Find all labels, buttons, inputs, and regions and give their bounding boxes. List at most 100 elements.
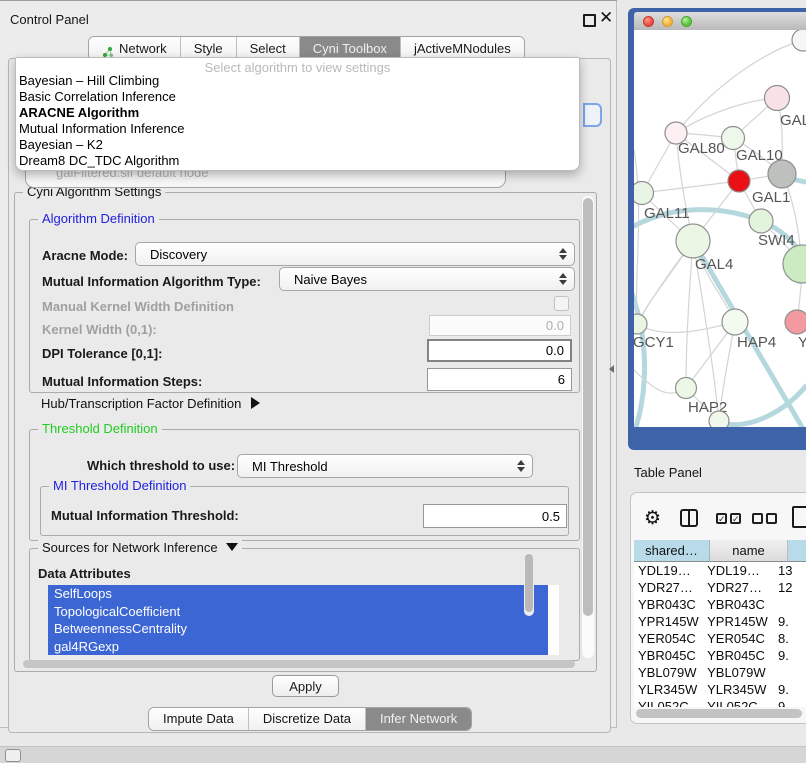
table-row[interactable]: YER054CYER054C8. xyxy=(634,630,806,647)
network-node-gcy1[interactable] xyxy=(634,314,647,334)
kernel-width-field[interactable]: 0.0 xyxy=(429,315,571,336)
attribute-item-selected[interactable]: gal4RGexp xyxy=(48,638,548,656)
attribute-item-selected[interactable]: TopologicalCoefficient xyxy=(48,603,548,621)
algorithm-option[interactable]: Mutual Information Inference xyxy=(16,121,579,137)
panel-splitter-arrow-icon[interactable] xyxy=(609,365,614,373)
table-row[interactable]: YDR27…YDR27…12 xyxy=(634,579,806,596)
settings-vertical-scrollbar-thumb[interactable] xyxy=(583,198,593,616)
float-window-icon[interactable] xyxy=(583,14,596,27)
hub-factor-label: Hub/Transcription Factor Definition xyxy=(41,396,241,411)
which-threshold-value: MI Threshold xyxy=(252,459,328,474)
network-node-hap2[interactable] xyxy=(676,378,697,399)
which-threshold-combo[interactable]: MI Threshold xyxy=(237,454,533,478)
mi-type-label: Mutual Information Algorithm Type: xyxy=(42,274,261,289)
network-node-hap4[interactable] xyxy=(722,309,748,335)
node-label: YM xyxy=(798,334,806,351)
unchecked-checkbox-icon[interactable] xyxy=(766,513,777,524)
algorithm-dropdown-popup: Select algorithm to view settings Bayesi… xyxy=(15,57,580,171)
sources-expander[interactable]: Sources for Network Inference xyxy=(38,540,242,555)
network-node[interactable] xyxy=(783,245,806,283)
table-row[interactable]: YIL052CYIL052C9. xyxy=(634,698,806,707)
network-node[interactable] xyxy=(792,30,806,51)
manual-kernel-label: Manual Kernel Width Definition xyxy=(42,299,234,314)
manual-kernel-checkbox[interactable] xyxy=(554,296,569,311)
network-node-gal4[interactable] xyxy=(676,224,710,258)
node-label: GAL11 xyxy=(644,205,690,222)
table-cell: YDR27… xyxy=(634,579,703,596)
network-node-gal11[interactable] xyxy=(634,182,654,205)
dpi-tolerance-label: DPI Tolerance [0,1]: xyxy=(42,346,162,361)
node-label: GAL80 xyxy=(678,140,725,157)
document-icon[interactable] xyxy=(792,506,806,528)
network-node-ym[interactable] xyxy=(785,310,806,334)
network-canvas[interactable]: GAL7GAL80GAL10GAL1GAL11SWI4GAL4GCY1HAP4Y… xyxy=(634,30,806,427)
table-cell: YER054C xyxy=(703,630,774,647)
network-node-gal7[interactable] xyxy=(765,86,790,111)
attribute-item-selected[interactable]: SelfLoops xyxy=(48,585,548,603)
close-icon[interactable]: ✕ xyxy=(599,8,613,28)
mi-steps-field[interactable]: 6 xyxy=(427,368,572,391)
unchecked-checkbox-icon[interactable] xyxy=(752,513,763,524)
aracne-mode-combo[interactable]: Discovery xyxy=(135,242,575,266)
table-horizontal-scrollbar[interactable] xyxy=(636,709,802,718)
minimize-traffic-light[interactable] xyxy=(662,16,673,27)
table-cell: YPR145W xyxy=(634,613,703,630)
network-node[interactable] xyxy=(768,160,796,188)
dpi-tolerance-field[interactable]: 0.0 xyxy=(427,339,572,362)
table-row[interactable]: YBL079WYBL079W xyxy=(634,664,806,681)
table-row[interactable]: YBR045CYBR045C9. xyxy=(634,647,806,664)
table-cell: 9. xyxy=(774,681,806,698)
node-label: GCY1 xyxy=(634,334,674,351)
network-node-swi4[interactable] xyxy=(749,209,773,233)
threshold-definition-title: Threshold Definition xyxy=(38,421,162,436)
threshold-definition-group: Threshold Definition Which threshold to … xyxy=(29,429,580,541)
table-row[interactable]: YBR043CYBR043C xyxy=(634,596,806,613)
table-cell: YBL079W xyxy=(703,664,774,681)
algorithm-option[interactable]: Bayesian – K2 xyxy=(16,137,579,153)
algorithm-option[interactable]: Basic Correlation Inference xyxy=(16,89,579,105)
network-node-gal1[interactable] xyxy=(728,170,750,192)
kernel-width-label: Kernel Width (0,1): xyxy=(42,322,157,337)
mi-threshold-label: Mutual Information Threshold: xyxy=(51,508,239,523)
minimized-panel-icon[interactable] xyxy=(5,749,21,762)
settings-horizontal-scrollbar[interactable] xyxy=(23,660,575,668)
column-header[interactable]: name xyxy=(710,540,788,562)
table-cell: 9. xyxy=(774,613,806,630)
tab-discretize-data[interactable]: Discretize Data xyxy=(248,708,365,730)
attribute-item-selected[interactable]: BetweennessCentrality xyxy=(48,620,548,638)
column-header[interactable]: shared… xyxy=(634,540,710,562)
column-header[interactable]: A xyxy=(788,540,806,562)
split-columns-icon[interactable] xyxy=(680,509,698,527)
inference-algorithm-combo-fragment[interactable] xyxy=(583,103,602,127)
mi-threshold-group-title: MI Threshold Definition xyxy=(49,478,190,493)
close-traffic-light[interactable] xyxy=(643,16,654,27)
table-cell: YLR345W xyxy=(634,681,703,698)
table-cell: YBR043C xyxy=(703,596,774,613)
table-cell: YDR27… xyxy=(703,579,774,596)
apply-button[interactable]: Apply xyxy=(272,675,339,697)
checked-checkbox-icon[interactable]: ✓ xyxy=(730,513,741,524)
zoom-traffic-light[interactable] xyxy=(681,16,692,27)
table-row[interactable]: YDL19…YDL19…13 xyxy=(634,562,806,579)
network-icon xyxy=(102,43,114,55)
attributes-scrollbar[interactable] xyxy=(524,552,534,616)
hub-factor-expander[interactable]: Hub/Transcription Factor Definition xyxy=(41,396,260,411)
algorithm-option[interactable]: Bayesian – Hill Climbing xyxy=(16,73,579,89)
mi-threshold-field[interactable]: 0.5 xyxy=(423,504,567,528)
network-node[interactable] xyxy=(709,411,729,427)
checked-checkbox-icon[interactable]: ✓ xyxy=(716,513,727,524)
algorithm-option-selected[interactable]: ARACNE Algorithm xyxy=(16,105,579,121)
table-header-row: shared…nameA xyxy=(634,540,806,562)
mi-type-combo[interactable]: Naive Bayes xyxy=(279,267,575,291)
table-cell: YBR045C xyxy=(703,647,774,664)
table-cell: YPR145W xyxy=(703,613,774,630)
table-row[interactable]: YLR345WYLR345W9. xyxy=(634,681,806,698)
algorithm-option[interactable]: Dream8 DC_TDC Algorithm xyxy=(16,153,579,169)
network-window-titlebar[interactable] xyxy=(634,12,806,31)
tab-impute-data[interactable]: Impute Data xyxy=(149,708,248,730)
settings-vertical-scrollbar[interactable] xyxy=(581,196,594,658)
tab-infer-network[interactable]: Infer Network xyxy=(365,708,471,730)
table-row[interactable]: YPR145WYPR145W9. xyxy=(634,613,806,630)
gear-icon[interactable]: ⚙ xyxy=(644,507,661,530)
algorithm-definition-title: Algorithm Definition xyxy=(38,211,159,226)
